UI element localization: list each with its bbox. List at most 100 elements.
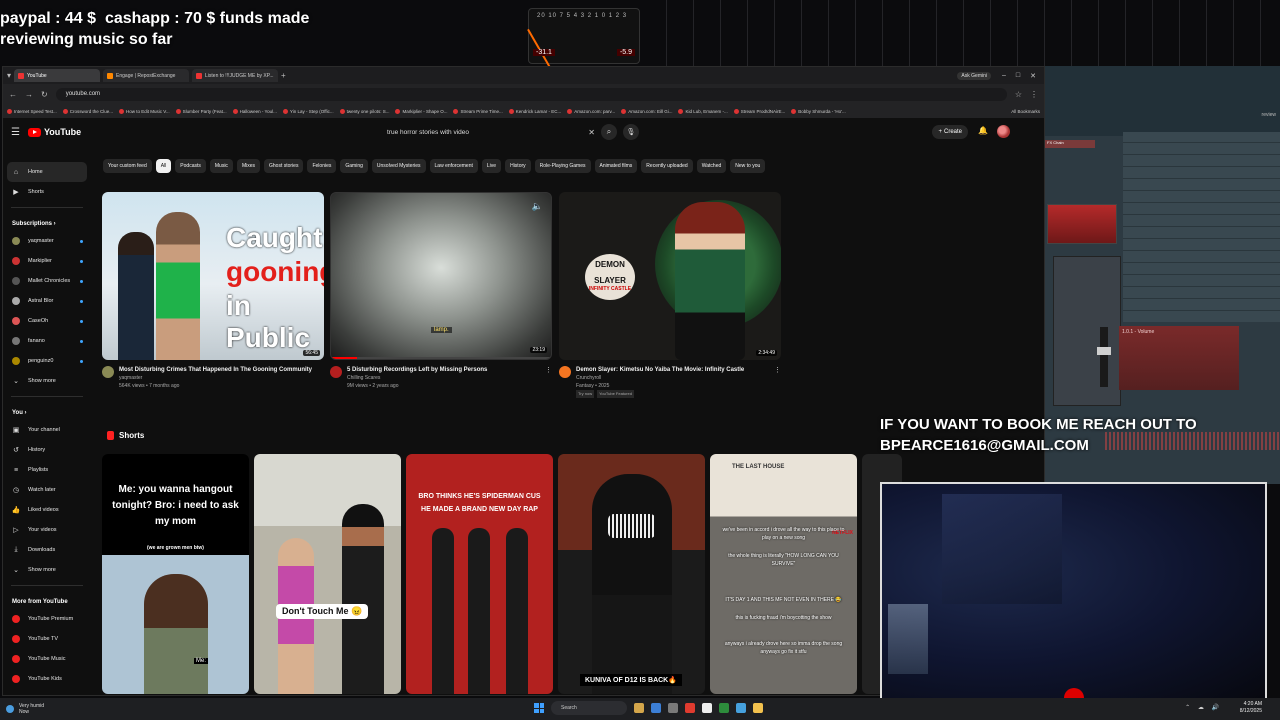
sidebar-subscription[interactable]: Mallet Chronicles xyxy=(3,271,91,291)
you-heading[interactable]: You › xyxy=(3,402,91,420)
menu-icon[interactable]: ☰ xyxy=(11,127,20,138)
youtube-logo[interactable]: YouTube xyxy=(27,127,81,137)
chip-felonies[interactable]: Felonies xyxy=(307,159,337,173)
bookmark-item[interactable]: Crossword the Clue... xyxy=(62,108,113,114)
chip-your-custom-feed[interactable]: Your custom feed xyxy=(103,159,152,173)
chip-recently-uploaded[interactable]: Recently uploaded xyxy=(641,159,693,173)
daw-fader[interactable] xyxy=(1097,327,1111,387)
sidebar-item-youtube-music[interactable]: YouTube Music xyxy=(3,649,91,669)
bookmark-item[interactable]: Stream Prod!dNAirE... xyxy=(733,108,785,114)
ask-gemini-button[interactable]: Ask Gemini xyxy=(957,71,991,80)
sidebar-item-history[interactable]: ↺ History xyxy=(3,440,91,460)
maximize-icon[interactable]: □ xyxy=(1016,72,1020,80)
app-icon[interactable] xyxy=(736,703,746,713)
sidebar-subscription[interactable]: CaseOh xyxy=(3,311,91,331)
clear-search-icon[interactable]: ✕ xyxy=(588,128,595,137)
video-card[interactable]: DEMON SLAYER INFINITY CASTLE 2:34:49 Demon… xyxy=(559,192,781,398)
short-card[interactable]: KUNIVA OF D12 IS BACK🔥 xyxy=(558,454,705,694)
create-button[interactable]: + Create xyxy=(932,125,968,139)
video-thumbnail[interactable]: DEMON SLAYER INFINITY CASTLE 2:34:49 xyxy=(559,192,781,360)
star-icon[interactable]: ☆ xyxy=(1015,90,1022,99)
forward-icon[interactable]: → xyxy=(25,90,33,99)
sidebar-item-youtube-premium[interactable]: YouTube Premium xyxy=(3,609,91,629)
more-options-icon[interactable]: ⋮ xyxy=(774,366,781,398)
channel-avatar[interactable] xyxy=(102,366,114,378)
video-card[interactable]: 🔈 lamp. 23:19 5 Disturbing Recordings Le… xyxy=(330,192,552,390)
bookmark-item[interactable]: Halloween - Youl... xyxy=(232,108,277,114)
chip-watched[interactable]: Watched xyxy=(696,159,727,173)
sidebar-item-home[interactable]: ⌂ Home xyxy=(7,162,87,182)
short-card[interactable]: Me: you wanna hangout tonight? Bro: i ne… xyxy=(102,454,249,694)
minimize-icon[interactable]: – xyxy=(1002,72,1006,80)
sidebar-subscription[interactable]: yaqmaster xyxy=(3,231,91,251)
system-tray[interactable]: ⌃ ☁ 🔊 xyxy=(1185,704,1222,711)
all-bookmarks[interactable]: All Bookmarks xyxy=(1011,109,1040,114)
daw-fx-tag[interactable]: FX Chain xyxy=(1045,140,1095,148)
tab-repostexchange[interactable]: Engage | RepostExchange xyxy=(103,69,190,82)
url-field[interactable]: youtube.com xyxy=(55,87,1007,101)
file-explorer-icon[interactable] xyxy=(634,703,644,713)
chip-gaming[interactable]: Gaming xyxy=(340,159,368,173)
app-icon[interactable] xyxy=(668,703,678,713)
daw-volume-strip[interactable]: 1.0.1 - Volume xyxy=(1119,326,1239,390)
chip-law-enforcement[interactable]: Law enforcement xyxy=(429,159,478,173)
sidebar-item-watch-later[interactable]: ◷ Watch later xyxy=(3,480,91,500)
chip-ghost-stories[interactable]: Ghost stories xyxy=(264,159,304,173)
chip-history[interactable]: History xyxy=(505,159,531,173)
channel-avatar[interactable] xyxy=(559,366,571,378)
chip-music[interactable]: Music xyxy=(209,159,233,173)
daw-plugin-panel[interactable] xyxy=(1047,204,1117,244)
chip-mixes[interactable]: Mixes xyxy=(236,159,260,173)
bookmark-item[interactable]: Bobby Shmurda - 'Ho'... xyxy=(791,108,846,114)
bookmark-item[interactable]: Amazon.com: parv... xyxy=(567,108,615,114)
chip-unsolved-mysteries[interactable]: Unsolved Mysteries xyxy=(371,159,426,173)
video-thumbnail-playing[interactable]: 🔈 lamp. 23:19 xyxy=(330,192,552,360)
fader-handle[interactable] xyxy=(1097,347,1111,355)
store-icon[interactable] xyxy=(651,703,661,713)
sidebar-item-youtube-kids[interactable]: YouTube Kids xyxy=(3,669,91,689)
bookmark-item[interactable]: Stream Prime Time... xyxy=(453,108,503,114)
search-input[interactable]: true horror stories with video ✕ xyxy=(383,124,595,140)
reload-icon[interactable]: ↻ xyxy=(41,90,48,99)
short-card[interactable]: BRO THINKS HE'S SPIDERMAN CUS HE MADE A … xyxy=(406,454,553,694)
bookmark-item[interactable]: Slumber Party (Feat... xyxy=(175,108,227,114)
channel-name[interactable]: yaqmaster xyxy=(119,374,312,382)
extensions-icon[interactable]: ⋮ xyxy=(1030,90,1038,99)
video-title[interactable]: Demon Slayer: Kimetsu No Yaiba The Movie… xyxy=(576,366,744,374)
video-title[interactable]: Most Disturbing Crimes That Happened In … xyxy=(119,366,312,374)
clock[interactable]: 4:20 AM 8/12/2025 xyxy=(1240,701,1262,715)
volume-icon[interactable]: 🔈 xyxy=(532,201,543,212)
sidebar-subscription[interactable]: penguinz0 xyxy=(3,351,91,371)
channel-name[interactable]: Crunchyroll xyxy=(576,374,744,382)
show-more-button[interactable]: ⌄ Show more xyxy=(3,560,91,580)
sidebar-item-youtube-tv[interactable]: YouTube TV xyxy=(3,629,91,649)
sidebar-subscription[interactable]: Markiplier xyxy=(3,251,91,271)
short-card[interactable]: Don't Touch Me 😠 xyxy=(254,454,401,694)
chip-role-playing-games[interactable]: Role-Playing Games xyxy=(534,159,591,173)
sidebar-item-shorts[interactable]: ▶ Shorts xyxy=(3,182,91,202)
notifications-icon[interactable]: 🔔 xyxy=(978,126,988,135)
back-icon[interactable]: ← xyxy=(9,90,17,99)
tab-listen[interactable]: Listen to !!!JUDGE ME by XP... xyxy=(192,69,279,82)
chip-animated-films[interactable]: Animated films xyxy=(594,159,638,173)
daw-playlist-grid[interactable] xyxy=(1123,132,1280,322)
bookmark-item[interactable]: How to Edit Music V... xyxy=(118,108,170,114)
chip-new-to-you[interactable]: New to you xyxy=(730,159,766,173)
subscriptions-heading[interactable]: Subscriptions › xyxy=(3,213,91,231)
weather-widget[interactable]: Very humid Now xyxy=(0,703,44,715)
new-tab-button[interactable]: + xyxy=(281,71,291,80)
tab-menu-icon[interactable]: ▾ xyxy=(7,71,11,80)
account-avatar[interactable] xyxy=(997,125,1010,138)
chrome-icon[interactable] xyxy=(719,703,729,713)
sidebar-item-your-channel[interactable]: ▣ Your channel xyxy=(3,420,91,440)
search-button[interactable]: ⌕ xyxy=(601,124,617,140)
bookmark-item[interactable]: Internet Speed Test... xyxy=(7,108,57,114)
taskbar-search[interactable]: Search xyxy=(551,701,627,715)
preview-progress[interactable] xyxy=(331,357,551,359)
mic-icon[interactable]: 🎙 xyxy=(623,124,639,140)
windows-start-icon[interactable] xyxy=(534,703,544,713)
short-card[interactable]: THE LAST HOUSE NETFLIX we've been in acc… xyxy=(710,454,857,694)
show-more-button[interactable]: ⌄ Show more xyxy=(3,371,91,391)
sidebar-item-liked-videos[interactable]: 👍 Liked videos xyxy=(3,500,91,520)
bookmark-item[interactable]: Markiplier - Shape O... xyxy=(395,108,447,114)
